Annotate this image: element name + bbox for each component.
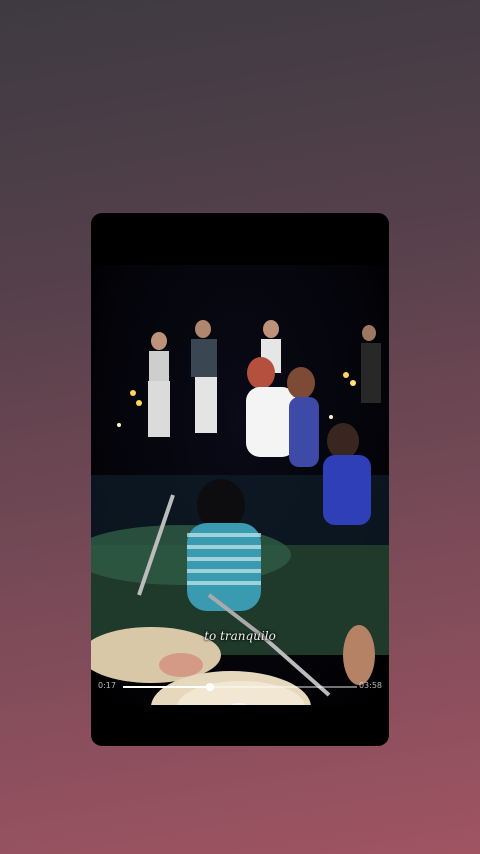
progress-fill [123, 686, 210, 688]
video-card[interactable]: to tranquilo 0:17 03:58 [91, 213, 389, 746]
play-button[interactable] [219, 703, 259, 705]
lyric-caption: to tranquilo [204, 629, 276, 643]
progress-bar[interactable] [123, 683, 357, 691]
progress-knob[interactable] [205, 683, 214, 691]
video-frame[interactable]: to tranquilo 0:17 03:58 [91, 265, 389, 705]
playback-controls [91, 701, 389, 705]
current-time: 0:17 [98, 681, 116, 690]
progress-row: 0:17 03:58 [91, 677, 389, 693]
duration: 03:58 [358, 681, 382, 690]
